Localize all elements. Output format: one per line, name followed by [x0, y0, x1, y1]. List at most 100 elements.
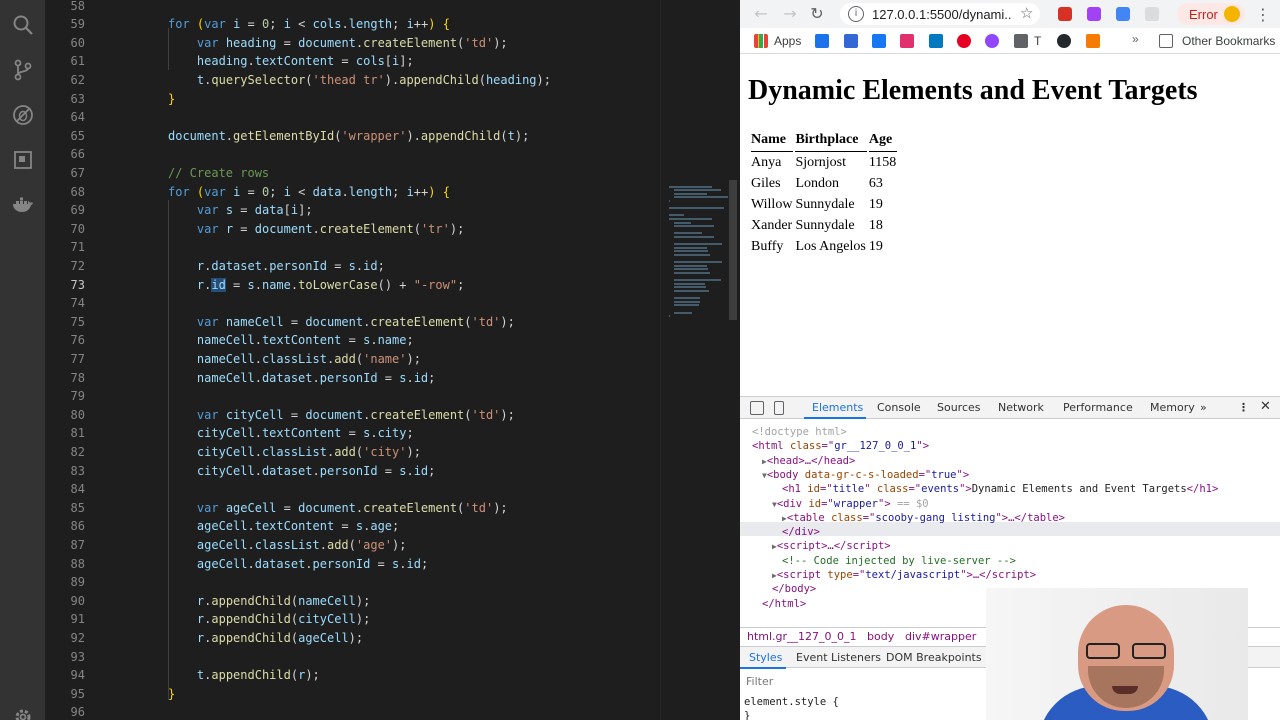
- bookmark-t[interactable]: T: [1034, 34, 1041, 48]
- devtools-menu-icon[interactable]: ⋮: [1238, 401, 1249, 414]
- code-line[interactable]: 58: [45, 0, 660, 15]
- code-line[interactable]: 90 r.appendChild(nameCell);: [45, 592, 660, 611]
- folder-icon[interactable]: [1014, 34, 1028, 48]
- code-line[interactable]: 83 cityCell.dataset.personId = s.id;: [45, 462, 660, 481]
- code-line[interactable]: 94 t.appendChild(r);: [45, 666, 660, 685]
- debug-icon[interactable]: [10, 102, 36, 128]
- tab-event-listeners[interactable]: Event Listeners: [796, 651, 881, 664]
- extension-icon[interactable]: [1087, 7, 1101, 21]
- tab-performance[interactable]: Performance: [1063, 401, 1133, 414]
- browser-menu-icon[interactable]: ⋮: [1255, 5, 1271, 24]
- code-line[interactable]: 67 // Create rows: [45, 164, 660, 183]
- code-line[interactable]: 66: [45, 145, 660, 164]
- github-icon[interactable]: [1057, 34, 1071, 48]
- dom-node[interactable]: </html>: [762, 597, 806, 611]
- extension-icon[interactable]: [1145, 7, 1159, 21]
- pinterest-icon[interactable]: [957, 34, 971, 48]
- minimap[interactable]: [660, 0, 740, 720]
- code-line[interactable]: 70 var r = document.createElement('tr');: [45, 220, 660, 239]
- code-line[interactable]: 87 ageCell.classList.add('age');: [45, 536, 660, 555]
- dom-node[interactable]: ▶<table class="scooby-gang listing">…</t…: [782, 511, 1065, 526]
- address-bar[interactable]: i 127.0.0.1:5500/dynami...: [840, 3, 1040, 25]
- code-line[interactable]: 86 ageCell.textContent = s.age;: [45, 517, 660, 536]
- styles-filter-input[interactable]: Filter: [746, 675, 773, 688]
- instagram-icon[interactable]: [900, 34, 914, 48]
- dom-node[interactable]: </div>: [782, 525, 820, 539]
- code-line[interactable]: 69 var s = data[i];: [45, 201, 660, 220]
- tab-dom-breakpoints[interactable]: DOM Breakpoints: [886, 651, 982, 664]
- code-line[interactable]: 62 t.querySelector('thead tr').appendChi…: [45, 71, 660, 90]
- inspect-element-icon[interactable]: [750, 401, 764, 415]
- code-editor[interactable]: 58 59 for (var i = 0; i < cols.length; i++…: [45, 0, 660, 720]
- tab-styles[interactable]: Styles: [749, 651, 782, 664]
- profile-error-button[interactable]: Error: [1177, 3, 1245, 25]
- code-line[interactable]: 91 r.appendChild(cityCell);: [45, 610, 660, 629]
- docker-icon[interactable]: [10, 192, 36, 218]
- settings-gear-icon[interactable]: [10, 704, 36, 720]
- code-line[interactable]: 78 nameCell.dataset.personId = s.id;: [45, 369, 660, 388]
- dom-node[interactable]: ▶<script type="text/javascript">…</scrip…: [772, 568, 1036, 583]
- dom-node[interactable]: <html class="gr__127_0_0_1">: [752, 439, 929, 453]
- search-icon[interactable]: [10, 12, 36, 38]
- forward-arrow-icon[interactable]: →: [781, 5, 799, 23]
- facebook-icon[interactable]: [872, 34, 886, 48]
- code-line[interactable]: 84: [45, 480, 660, 499]
- code-line[interactable]: 63}: [45, 90, 660, 109]
- calendar-icon[interactable]: [844, 34, 858, 48]
- source-control-icon[interactable]: [10, 57, 36, 83]
- code-line[interactable]: 92 r.appendChild(ageCell);: [45, 629, 660, 648]
- code-line[interactable]: 64: [45, 108, 660, 127]
- tab-console[interactable]: Console: [877, 401, 921, 414]
- dom-node[interactable]: </body>: [772, 582, 816, 596]
- dom-node[interactable]: ▶<script>…</script>: [772, 539, 891, 554]
- extension-icon[interactable]: [1058, 7, 1072, 21]
- bookmark-apps[interactable]: Apps: [774, 34, 801, 48]
- code-line[interactable]: 65 document.getElementById('wrapper').app…: [45, 127, 660, 146]
- code-line[interactable]: 73 r.id = s.name.toLowerCase() + "-row";: [45, 276, 660, 295]
- bookmark-star-icon[interactable]: ☆: [1020, 4, 1033, 22]
- dom-node[interactable]: ▼<body data-gr-c-s-loaded="true">: [762, 468, 969, 483]
- more-tabs-chevron[interactable]: »: [1200, 401, 1207, 414]
- dom-node[interactable]: ▶<head>…</head>: [762, 454, 855, 469]
- extension-icon[interactable]: [1116, 7, 1130, 21]
- code-line[interactable]: 80 var cityCell = document.createElement…: [45, 406, 660, 425]
- code-line[interactable]: 95}: [45, 685, 660, 704]
- dom-tree[interactable]: <!doctype html> <html class="gr__127_0_0_…: [740, 425, 1280, 610]
- code-line[interactable]: 85 var ageCell = document.createElement(…: [45, 499, 660, 518]
- breadcrumb-body[interactable]: body: [867, 630, 894, 643]
- code-line[interactable]: 75 var nameCell = document.createElement…: [45, 313, 660, 332]
- bookmark-icon[interactable]: [815, 34, 829, 48]
- code-line[interactable]: 59 for (var i = 0; i < cols.length; i++) …: [45, 15, 660, 34]
- trello-icon[interactable]: [929, 34, 943, 48]
- more-bookmarks-chevron[interactable]: »: [1132, 32, 1139, 46]
- code-line[interactable]: 89: [45, 573, 660, 592]
- code-line[interactable]: 60 var heading = document.createElement(…: [45, 34, 660, 53]
- code-line[interactable]: 68 for (var i = 0; i < data.length; i++) …: [45, 183, 660, 202]
- code-line[interactable]: 82 cityCell.classList.add('city');: [45, 443, 660, 462]
- tab-sources[interactable]: Sources: [937, 401, 981, 414]
- code-line[interactable]: 71: [45, 238, 660, 257]
- bookmark-icon[interactable]: [1086, 34, 1100, 48]
- code-line[interactable]: 93: [45, 648, 660, 667]
- code-line[interactable]: 76 nameCell.textContent = s.name;: [45, 331, 660, 350]
- site-info-icon[interactable]: i: [848, 6, 864, 22]
- dom-node[interactable]: <h1 id="title" class="events">Dynamic El…: [782, 482, 1218, 496]
- other-bookmarks[interactable]: Other Bookmarks: [1182, 34, 1275, 48]
- extensions-icon[interactable]: [10, 147, 36, 173]
- tab-memory[interactable]: Memory: [1150, 401, 1195, 414]
- code-line[interactable]: 96: [45, 703, 660, 720]
- code-line[interactable]: 74: [45, 294, 660, 313]
- code-line[interactable]: 81 cityCell.textContent = s.city;: [45, 424, 660, 443]
- code-line[interactable]: 77 nameCell.classList.add('name');: [45, 350, 660, 369]
- apps-grid-icon[interactable]: [754, 34, 768, 48]
- reload-icon[interactable]: ↻: [808, 5, 826, 23]
- dom-node[interactable]: <!doctype html>: [752, 425, 847, 439]
- device-toolbar-icon[interactable]: [774, 401, 784, 415]
- tab-elements[interactable]: Elements: [812, 401, 863, 414]
- code-line[interactable]: 88 ageCell.dataset.personId = s.id;: [45, 555, 660, 574]
- minimap-slider[interactable]: [729, 180, 737, 320]
- breadcrumb-html[interactable]: html.gr__127_0_0_1: [747, 630, 857, 643]
- breadcrumb-div-wrapper[interactable]: div#wrapper: [905, 630, 976, 643]
- dom-node[interactable]: <!-- Code injected by live-server -->: [782, 554, 1016, 568]
- dom-node[interactable]: ▼<div id="wrapper"> == $0: [772, 497, 929, 512]
